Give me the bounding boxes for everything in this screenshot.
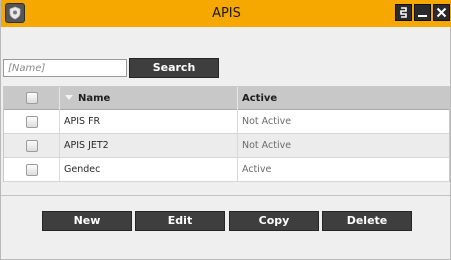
column-header-name[interactable]: Name	[60, 87, 238, 110]
close-button[interactable]	[433, 4, 450, 21]
row-active-status: Not Active	[242, 116, 292, 127]
delete-button[interactable]: Delete	[322, 211, 412, 231]
table-header: Name Active	[4, 87, 449, 110]
select-all-checkbox[interactable]	[26, 92, 38, 104]
row-checkbox[interactable]	[26, 116, 38, 128]
search-input[interactable]	[3, 59, 127, 77]
apis-window: APIS Search Name Active	[0, 0, 451, 260]
row-name: APIS JET2	[60, 134, 238, 157]
close-icon	[436, 7, 447, 18]
row-name: APIS FR	[60, 110, 238, 133]
row-name: Gendec	[60, 158, 238, 181]
title-bar[interactable]: APIS	[1, 0, 451, 27]
row-checkbox[interactable]	[26, 164, 38, 176]
row-check-cell	[4, 158, 60, 181]
copy-button[interactable]: Copy	[229, 211, 319, 231]
apis-table: Name Active APIS FR Not Active APIS JET2…	[3, 86, 450, 182]
row-check-cell	[4, 110, 60, 133]
row-checkbox[interactable]	[26, 140, 38, 152]
divider	[1, 195, 450, 196]
column-header-active[interactable]: Active	[238, 87, 449, 110]
row-check-cell	[4, 134, 60, 157]
column-header-name-label: Name	[78, 93, 111, 104]
edit-button[interactable]: Edit	[135, 211, 225, 231]
restore-icon	[400, 7, 407, 18]
table-row[interactable]: Gendec Active	[4, 158, 449, 182]
search-button[interactable]: Search	[129, 58, 219, 78]
row-active-status: Active	[242, 164, 272, 175]
window-title: APIS	[212, 6, 241, 21]
restore-button[interactable]	[395, 4, 412, 21]
new-button[interactable]: New	[42, 211, 132, 231]
minimize-button[interactable]	[414, 4, 431, 21]
table-row[interactable]: APIS JET2 Not Active	[4, 134, 449, 158]
row-active-status: Not Active	[242, 140, 292, 151]
sort-descending-icon[interactable]	[65, 95, 73, 100]
minimize-icon	[418, 15, 427, 17]
select-all-cell	[4, 87, 60, 110]
table-row[interactable]: APIS FR Not Active	[4, 110, 449, 134]
